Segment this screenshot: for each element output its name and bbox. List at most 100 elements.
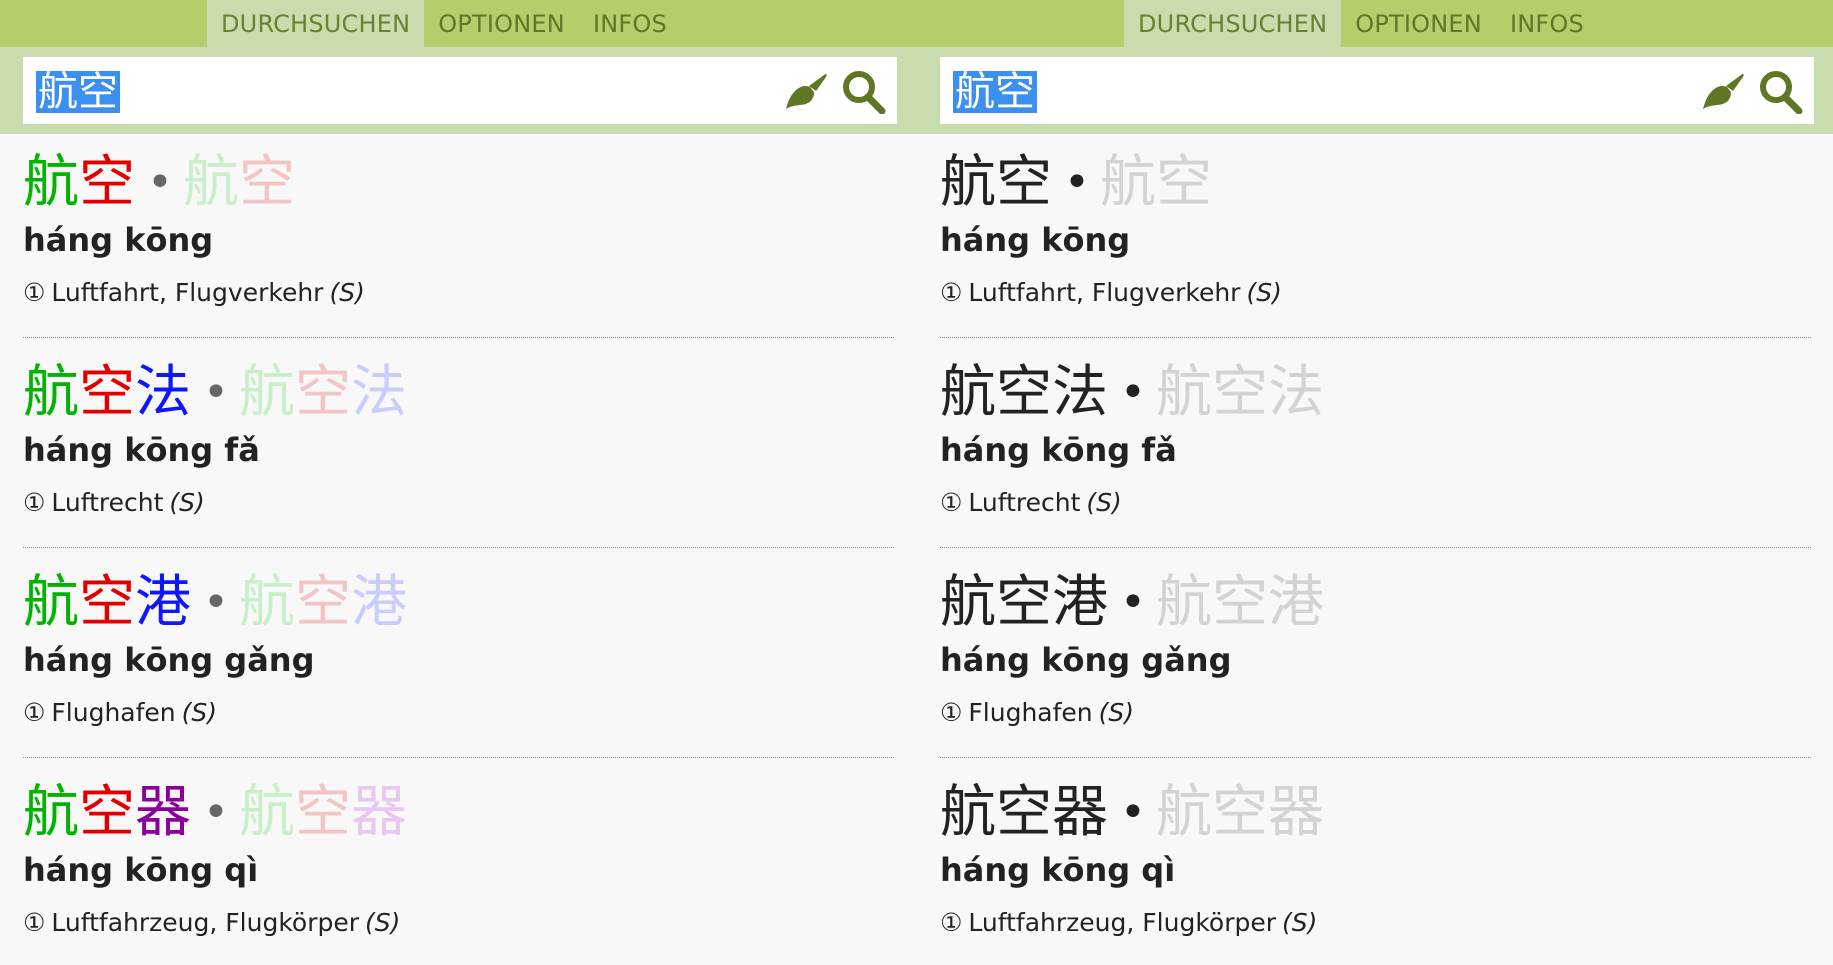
right-dictionary-panel: DURCHSUCHEN OPTIONEN INFOS 航空 航 空 • 航 空 …	[917, 0, 1833, 965]
hanzi-character: 空	[996, 780, 1052, 845]
pinyin: háng kōng fǎ	[940, 431, 1177, 469]
search-bar-area: 航空	[917, 47, 1833, 134]
hanzi-character-faded: 航	[182, 150, 239, 215]
hanzi-heading: 航 空 港 • 航 空 港	[940, 568, 1324, 638]
entry-divider	[23, 547, 894, 548]
part-of-speech: (S)	[1246, 278, 1282, 307]
tab-durchsuchen[interactable]: DURCHSUCHEN	[207, 0, 425, 47]
meaning-line: ① Luftrecht (S)	[23, 488, 205, 517]
hanzi-heading: 航 空 器 • 航 空 器	[23, 778, 407, 848]
top-navigation-bar: DURCHSUCHEN OPTIONEN INFOS	[917, 0, 1833, 47]
tab-durchsuchen[interactable]: DURCHSUCHEN	[1124, 0, 1342, 47]
search-input-value[interactable]: 航空	[953, 71, 1037, 113]
tab-infos[interactable]: INFOS	[1496, 0, 1598, 47]
search-input-value[interactable]: 航空	[36, 71, 120, 113]
meaning-text: Luftfahrzeug, Flugkörper	[51, 908, 360, 937]
result-entry[interactable]: 航 空 器 • 航 空 器 háng kōng qì ① Luftfahrzeug…	[940, 778, 1811, 965]
hanzi-character: 空	[996, 570, 1052, 635]
hanzi-character-faded: 法	[350, 360, 407, 425]
part-of-speech: (S)	[1098, 698, 1135, 727]
hanzi-character: 法	[1052, 360, 1108, 425]
hanzi-character: 航	[940, 360, 996, 425]
hanzi-character: 空	[79, 150, 135, 215]
search-icon[interactable]	[1757, 69, 1805, 114]
hanzi-primary-group: 航 空 港	[940, 568, 1108, 638]
dictionary-split-view: DURCHSUCHEN OPTIONEN INFOS 航空 航 空 • 航 空 …	[0, 0, 1833, 965]
tab-infos[interactable]: INFOS	[579, 0, 681, 47]
result-entry[interactable]: 航 空 港 • 航 空 港 háng kōng gǎng ① Flughafen(…	[940, 568, 1811, 778]
search-field[interactable]: 航空	[23, 57, 897, 124]
hanzi-character-faded: 港	[1267, 570, 1324, 635]
hanzi-character-faded: 航	[238, 780, 295, 845]
meaning-line: ① Luftfahrzeug, Flugkörper (S)	[23, 908, 400, 937]
separator-bullet: •	[203, 787, 229, 838]
part-of-speech: (S)	[1086, 488, 1122, 517]
part-of-speech: (S)	[365, 908, 401, 937]
hanzi-heading: 航 空 港 • 航 空 港	[23, 568, 407, 638]
brush-icon[interactable]	[1698, 69, 1746, 113]
result-entry[interactable]: 航 空 • 航 空 háng kōng ① Luftfahrt, Flugverk…	[940, 148, 1811, 358]
hanzi-character-faded: 航	[238, 570, 295, 635]
entry-divider	[940, 757, 1811, 758]
hanzi-character-faded: 港	[350, 570, 407, 635]
hanzi-primary-group: 航 空 港	[23, 568, 191, 638]
meaning-line: ① Luftfahrt, Flugverkehr (S)	[940, 278, 1282, 307]
hanzi-character-faded: 空	[1155, 150, 1212, 215]
meaning-text: Luftrecht	[968, 488, 1081, 517]
tab-optionen[interactable]: OPTIONEN	[424, 0, 579, 47]
hanzi-secondary-group: 航 空 器	[239, 778, 407, 848]
result-entry[interactable]: 航 空 器 • 航 空 器 háng kōng qì ① Luftfahrzeug…	[23, 778, 894, 965]
meaning-line: ① Luftrecht (S)	[940, 488, 1122, 517]
result-entry[interactable]: 航 空 法 • 航 空 法 háng kōng fǎ ① Luftrecht (S)	[23, 358, 894, 568]
hanzi-character: 航	[23, 360, 79, 425]
hanzi-character: 器	[1052, 780, 1108, 845]
left-dictionary-panel: DURCHSUCHEN OPTIONEN INFOS 航空 航 空 • 航 空 …	[0, 0, 917, 965]
hanzi-secondary-group: 航 空	[183, 148, 295, 218]
hanzi-heading: 航 空 • 航 空	[940, 148, 1212, 218]
hanzi-character: 港	[1052, 570, 1108, 635]
hanzi-secondary-group: 航 空 法	[1156, 358, 1324, 428]
hanzi-character-faded: 空	[294, 570, 351, 635]
pinyin: háng kōng gǎng	[940, 641, 1232, 679]
hanzi-character: 航	[940, 570, 996, 635]
hanzi-character: 空	[996, 150, 1052, 215]
search-bar-area: 航空	[0, 47, 917, 134]
search-results-list: 航 空 • 航 空 háng kōng ① Luftfahrt, Flugverk…	[940, 148, 1811, 965]
meaning-number: ①	[23, 698, 46, 727]
hanzi-character-faded: 空	[238, 150, 295, 215]
brush-icon[interactable]	[781, 69, 829, 113]
meaning-number: ①	[940, 278, 963, 307]
hanzi-character-faded: 法	[1267, 360, 1324, 425]
hanzi-character-faded: 空	[1211, 360, 1268, 425]
pinyin: háng kōng	[23, 221, 214, 259]
navigation-tabs: DURCHSUCHEN OPTIONEN INFOS	[1124, 0, 1598, 47]
meaning-line: ① Flughafen (S)	[23, 698, 217, 727]
meaning-line: ① Flughafen (S)	[940, 698, 1134, 727]
search-field[interactable]: 航空	[940, 57, 1814, 124]
separator-bullet: •	[203, 577, 229, 628]
hanzi-character: 航	[940, 780, 996, 845]
meaning-text: Luftfahrt, Flugverkehr	[968, 278, 1241, 307]
tab-optionen[interactable]: OPTIONEN	[1341, 0, 1496, 47]
result-entry[interactable]: 航 空 法 • 航 空 法 háng kōng fǎ ① Luftrecht (S)	[940, 358, 1811, 568]
hanzi-character: 空	[79, 780, 135, 845]
hanzi-character: 航	[940, 150, 996, 215]
hanzi-character: 空	[79, 570, 135, 635]
meaning-text: Luftfahrt, Flugverkehr	[51, 278, 324, 307]
meaning-text: Flughafen	[51, 698, 176, 727]
meaning-number: ①	[940, 698, 963, 727]
result-entry[interactable]: 航 空 港 • 航 空 港 háng kōng gǎng ① Flughafen(…	[23, 568, 894, 778]
hanzi-secondary-group: 航 空	[1100, 148, 1212, 218]
separator-bullet: •	[1064, 157, 1090, 208]
meaning-line: ① Luftfahrt, Flugverkehr (S)	[23, 278, 365, 307]
hanzi-character: 航	[23, 780, 79, 845]
entry-divider	[23, 337, 894, 338]
meaning-number: ①	[23, 908, 46, 937]
meaning-text: Flughafen	[968, 698, 1093, 727]
hanzi-heading: 航 空 法 • 航 空 法	[940, 358, 1324, 428]
search-icon[interactable]	[840, 69, 888, 114]
hanzi-character-faded: 空	[294, 780, 351, 845]
hanzi-heading: 航 空 法 • 航 空 法	[23, 358, 407, 428]
result-entry[interactable]: 航 空 • 航 空 háng kōng ① Luftfahrt, Flugverk…	[23, 148, 894, 358]
pinyin: háng kōng gǎng	[23, 641, 315, 679]
